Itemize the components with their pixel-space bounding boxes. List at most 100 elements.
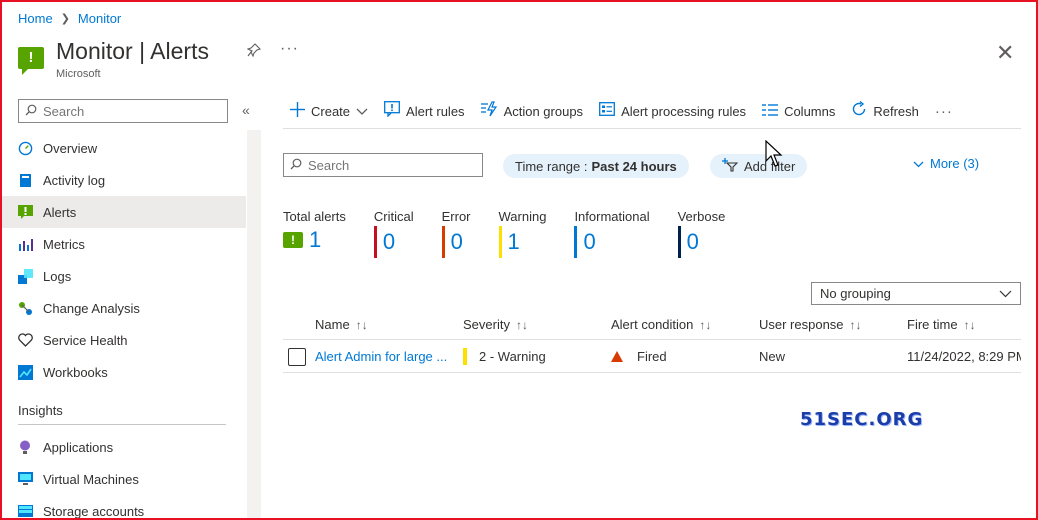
sort-icon: ↑↓ (699, 317, 712, 332)
summary-critical[interactable]: Critical 0 (373, 209, 414, 258)
sort-icon: ↑↓ (849, 317, 862, 332)
alerts-search-input[interactable] (308, 157, 468, 173)
create-button[interactable]: Create (290, 100, 368, 122)
column-header-severity[interactable]: Severity ↑↓ (463, 317, 611, 332)
monitor-alerts-icon: ! (18, 47, 44, 75)
pin-icon[interactable] (246, 43, 262, 61)
severity-bar (463, 348, 467, 365)
sidebar-item-label: Virtual Machines (43, 471, 139, 487)
divider (18, 424, 226, 425)
alert-rules-button[interactable]: Alert rules (384, 100, 465, 122)
sort-icon: ↑↓ (963, 317, 976, 332)
sidebar-nav: Overview Activity log Alerts Metrics Log… (0, 132, 246, 520)
breadcrumb-home[interactable]: Home (18, 11, 53, 26)
alert-rules-icon (384, 101, 400, 121)
toolbar-more-icon[interactable]: ··· (935, 100, 953, 122)
alert-processing-rules-label: Alert processing rules (621, 103, 747, 119)
sidebar-item-storage-accounts[interactable]: Storage accounts (0, 495, 246, 520)
column-header-alert-condition[interactable]: Alert condition ↑↓ (611, 317, 759, 332)
gauge-icon (17, 140, 33, 156)
alert-processing-rules-button[interactable]: Alert processing rules (599, 100, 746, 122)
divider (283, 128, 1021, 129)
sidebar-item-label: Service Health (43, 332, 128, 348)
severity-bar (373, 226, 377, 258)
summary-total[interactable]: Total alerts ! 1 (283, 209, 346, 258)
metrics-icon (17, 236, 33, 252)
action-groups-button[interactable]: Action groups (480, 100, 584, 122)
summary-label: Verbose (677, 209, 726, 224)
column-header-label: Name (315, 317, 350, 332)
time-range-filter[interactable]: Time range : Past 24 hours (503, 154, 689, 178)
warning-icon (611, 351, 623, 362)
more-filters-label: More (3) (930, 156, 980, 171)
summary-count: 0 (450, 229, 463, 254)
sidebar-item-metrics[interactable]: Metrics (0, 228, 246, 260)
sidebar-item-workbooks[interactable]: Workbooks (0, 356, 246, 388)
sidebar-item-alerts[interactable]: Alerts (0, 196, 246, 228)
summary-informational[interactable]: Informational 0 (574, 209, 650, 258)
column-header-user-response[interactable]: User response ↑↓ (759, 317, 907, 332)
more-filters-button[interactable]: More (3) (913, 156, 979, 171)
column-header-name[interactable]: Name ↑↓ (315, 317, 463, 332)
sidebar-item-label: Storage accounts (43, 503, 145, 519)
search-icon (25, 104, 37, 119)
add-filter-button[interactable]: Add filter (710, 154, 808, 178)
grouping-dropdown[interactable]: No grouping (811, 282, 1021, 305)
summary-warning[interactable]: Warning 1 (498, 209, 546, 258)
severity-bar (498, 226, 502, 258)
sidebar-item-overview[interactable]: Overview (0, 132, 246, 164)
column-header-label: Severity (463, 317, 510, 332)
chevron-down-icon (356, 104, 368, 119)
sidebar-scrollbar[interactable] (247, 130, 261, 520)
column-header-label: Fire time (907, 317, 958, 332)
sidebar-search[interactable] (18, 99, 228, 123)
more-options-icon[interactable]: ··· (280, 40, 299, 58)
sidebar-item-activity-log[interactable]: Activity log (0, 164, 246, 196)
summary-count: 0 (583, 229, 596, 254)
heart-icon (17, 332, 33, 348)
summary-verbose[interactable]: Verbose 0 (677, 209, 726, 258)
search-icon (290, 158, 302, 173)
sidebar-item-service-health[interactable]: Service Health (0, 324, 246, 356)
sidebar-item-change-analysis[interactable]: Change Analysis (0, 292, 246, 324)
sidebar-item-applications[interactable]: Applications (0, 431, 246, 463)
chevron-down-icon (999, 286, 1012, 301)
breadcrumb-monitor[interactable]: Monitor (78, 11, 121, 26)
columns-button[interactable]: Columns (762, 100, 835, 122)
storage-icon (17, 503, 33, 519)
grouping-value: No grouping (820, 286, 891, 301)
summary-count: 0 (382, 229, 396, 254)
command-bar: Create Alert rules Action groups Alert p… (290, 100, 953, 122)
collapse-sidebar-icon[interactable]: « (242, 102, 250, 118)
alert-icon (17, 204, 33, 220)
severity-bar (441, 226, 445, 258)
time-range-value: Past 24 hours (591, 158, 677, 174)
create-label: Create (311, 103, 351, 119)
action-groups-label: Action groups (503, 103, 584, 119)
row-checkbox[interactable] (288, 347, 306, 366)
close-icon[interactable]: ✕ (996, 40, 1014, 66)
action-groups-icon (480, 101, 498, 121)
sidebar-item-label: Change Analysis (43, 300, 140, 316)
sidebar-search-input[interactable] (43, 103, 213, 119)
alerts-search[interactable] (283, 153, 483, 177)
change-analysis-icon (17, 300, 33, 316)
plus-icon (290, 101, 305, 121)
alert-rules-label: Alert rules (406, 103, 465, 119)
columns-label: Columns (784, 103, 836, 119)
table-row[interactable]: Alert Admin for large ... 2 - Warning Fi… (283, 341, 1021, 373)
fire-time-value: 11/24/2022, 8:29 PM (907, 349, 1021, 364)
chevron-down-icon (913, 156, 924, 171)
sort-icon: ↑↓ (515, 317, 528, 332)
sidebar-item-virtual-machines[interactable]: Virtual Machines (0, 463, 246, 495)
summary-error[interactable]: Error 0 (441, 209, 471, 258)
breadcrumb: Home ❯ Monitor (18, 11, 121, 26)
processing-rules-icon (599, 102, 616, 120)
lightbulb-icon (17, 439, 33, 455)
column-header-fire-time[interactable]: Fire time ↑↓ (907, 317, 1021, 332)
severity-bar (574, 226, 578, 258)
user-response-value: New (759, 349, 786, 364)
alert-name-link[interactable]: Alert Admin for large ... (315, 349, 447, 364)
sidebar-item-logs[interactable]: Logs (0, 260, 246, 292)
refresh-button[interactable]: Refresh (851, 100, 919, 122)
